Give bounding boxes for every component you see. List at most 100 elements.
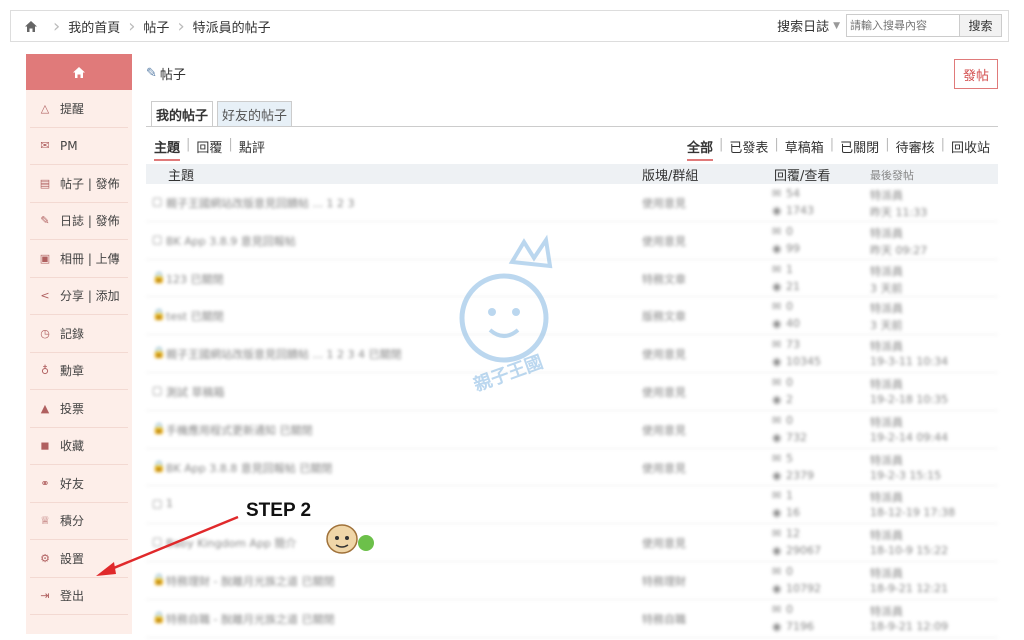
topic-icon: ▢	[152, 232, 163, 246]
reply-icon: ✉	[772, 224, 782, 238]
row-title[interactable]: 親子王國網站改版意見回饋帖 ... 1 2 3	[166, 195, 354, 211]
tab-friend-posts[interactable]: 好友的帖子	[217, 101, 293, 127]
filter-option[interactable]: 草稿箱	[785, 137, 824, 161]
search-input[interactable]	[846, 14, 960, 37]
sidebar-item-label: 日誌 | 發佈	[60, 214, 120, 229]
breadcrumb-current: 特派員的帖子	[192, 20, 271, 36]
row-last-user[interactable]: 特派員	[870, 263, 903, 279]
breadcrumb-posts[interactable]: 帖子	[137, 11, 175, 41]
row-board[interactable]: 特務理財	[642, 573, 686, 589]
filter-option[interactable]: 待審核	[896, 137, 935, 161]
filter-separator: |	[186, 137, 191, 152]
filter-option[interactable]: 全部	[686, 137, 713, 161]
row-last-user[interactable]: 特派員	[870, 338, 903, 354]
filter-option[interactable]: 點評	[239, 137, 265, 161]
row-view-count: 2379	[786, 468, 814, 482]
row-view-count: 10345	[786, 355, 821, 369]
row-board[interactable]: 使用意見	[642, 233, 686, 249]
sidebar-item-vote[interactable]: ▲ 投票	[30, 390, 128, 428]
sidebar-item-bell[interactable]: △ 提醒	[30, 90, 128, 128]
lock-icon: 🔒	[152, 308, 166, 322]
row-view-count: 10792	[786, 581, 821, 595]
row-reply-count: 12	[786, 527, 800, 541]
caret-down-icon[interactable]: ▼	[833, 21, 840, 31]
row-last-time: 19-2-3 15:15	[870, 468, 942, 482]
new-post-button[interactable]: 發帖	[954, 59, 998, 89]
table-row[interactable]: 🔒 手機應用程式更新通知 已關閉 使用意見 0 732 特派員 19-2-14 09:44 ✉…	[146, 411, 998, 449]
row-last-user[interactable]: 特派員	[870, 527, 903, 543]
filter-option[interactable]: 已發表	[729, 137, 768, 161]
row-title[interactable]: 1	[166, 497, 173, 510]
row-reply-count: 5	[786, 451, 793, 465]
row-last-user[interactable]: 特派員	[870, 187, 903, 203]
row-title[interactable]: 手機應用程式更新通知 已關閉	[166, 422, 313, 438]
lock-icon: 🔒	[152, 610, 166, 624]
table-row[interactable]: 🔒 特務自職 - 脫離月光族之道 已關閉 特務自職 0 7196 特派員 18-9-21 1…	[146, 600, 998, 638]
row-last-user[interactable]: 特派員	[870, 603, 903, 619]
row-view-count: 99	[786, 241, 800, 255]
view-icon: ◉	[772, 279, 782, 293]
share-icon: <	[40, 289, 50, 303]
table-row[interactable]: ▢ 親子王國網站改版意見回饋帖 ... 1 2 3 使用意見 54 1743 特派員 昨天 …	[146, 184, 998, 222]
table-row[interactable]: 🔒 特務理財 - 脫離月光族之道 已關閉 特務理財 0 10792 特派員 18-9-21 …	[146, 562, 998, 600]
sidebar-item-bookmark[interactable]: ◼ 收藏	[30, 428, 128, 465]
vote-icon: ▲	[40, 401, 50, 415]
home-icon[interactable]	[11, 11, 51, 41]
row-title[interactable]: 測試 草稿箱	[166, 384, 225, 400]
search-scope-select[interactable]: 搜索日誌	[777, 16, 829, 35]
reply-icon: ✉	[772, 564, 782, 578]
sidebar-item-logout[interactable]: ⇥ 登出	[30, 578, 128, 615]
tab-my-posts[interactable]: 我的帖子	[151, 101, 214, 127]
sidebar-item-medal[interactable]: ♁ 勳章	[30, 353, 128, 390]
search-button[interactable]: 搜索	[960, 14, 1002, 37]
row-last-user[interactable]: 特派員	[870, 452, 903, 468]
sidebar-item-pen[interactable]: ✎ 日誌 | 發佈	[30, 203, 128, 240]
filter-option[interactable]: 回收站	[951, 137, 990, 161]
row-title[interactable]: 123 已關閉	[166, 271, 224, 287]
row-last-user[interactable]: 特派員	[870, 414, 903, 430]
reply-icon: ✉	[772, 527, 782, 541]
reply-icon: ✉	[772, 602, 782, 616]
row-title[interactable]: test 已關閉	[166, 308, 224, 324]
page-title: ✎ 帖子	[146, 64, 186, 83]
filter-option[interactable]: 已關閉	[840, 137, 879, 161]
row-last-time: 19-2-18 10:35	[870, 392, 949, 406]
sidebar-item-photo[interactable]: ▣ 相冊 | 上傳	[30, 240, 128, 278]
view-icon: ◉	[772, 544, 782, 558]
view-icon: ◉	[772, 581, 782, 595]
row-last-user[interactable]: 特派員	[870, 489, 903, 505]
row-board[interactable]: 使用意見	[642, 195, 686, 211]
sidebar-item-mail[interactable]: ✉ PM	[30, 128, 128, 165]
sidebar-item-share[interactable]: < 分享 | 添加	[30, 278, 128, 315]
row-title[interactable]: 親子王國網站改版意見回饋帖 ... 1 2 3 4 已關閉	[166, 346, 401, 362]
sidebar-item-label: PM	[60, 138, 78, 153]
sidebar-item-doc[interactable]: ▤ 帖子 | 發佈	[30, 165, 128, 203]
row-reply-count: 73	[786, 338, 800, 352]
row-board[interactable]: 特務文章	[642, 271, 686, 287]
row-title[interactable]: BK App 3.8.9 意見回報帖	[166, 233, 296, 249]
sidebar-item-label: 設置	[60, 551, 85, 566]
row-board[interactable]: 使用意見	[642, 346, 686, 362]
row-title[interactable]: BK App 3.8.8 意見回報帖 已關閉	[166, 460, 332, 476]
row-board[interactable]: 使用意見	[642, 535, 686, 551]
row-board[interactable]: 版務文章	[642, 308, 686, 324]
row-board[interactable]: 使用意見	[642, 422, 686, 438]
row-board[interactable]: 使用意見	[642, 384, 686, 400]
bell-icon: △	[40, 101, 50, 115]
row-last-user[interactable]: 特派員	[870, 376, 903, 392]
view-icon: ◉	[772, 355, 782, 369]
breadcrumb-home[interactable]: 我的首頁	[62, 11, 126, 41]
filter-option[interactable]: 主題	[154, 137, 181, 161]
row-last-user[interactable]: 特派員	[870, 225, 903, 241]
row-board[interactable]: 使用意見	[642, 460, 686, 476]
sidebar-item-handshake[interactable]: ⚭ 好友	[30, 465, 128, 503]
table-row[interactable]: ▢ Baby Kingdom App 簡介 使用意見 12 29067 特派員 18-10-…	[146, 524, 998, 562]
row-last-user[interactable]: 特派員	[870, 565, 903, 581]
sidebar-item-history[interactable]: ◷ 記錄	[30, 315, 128, 353]
filter-option[interactable]: 回覆	[196, 137, 222, 161]
table-row[interactable]: 🔒 BK App 3.8.8 意見回報帖 已關閉 使用意見 5 2379 特派員 19-2-…	[146, 449, 998, 487]
row-title[interactable]: 特務自職 - 脫離月光族之道 已關閉	[166, 611, 334, 627]
row-last-user[interactable]: 特派員	[870, 300, 903, 316]
sidebar-home-button[interactable]	[26, 54, 132, 90]
row-board[interactable]: 特務自職	[642, 611, 686, 627]
